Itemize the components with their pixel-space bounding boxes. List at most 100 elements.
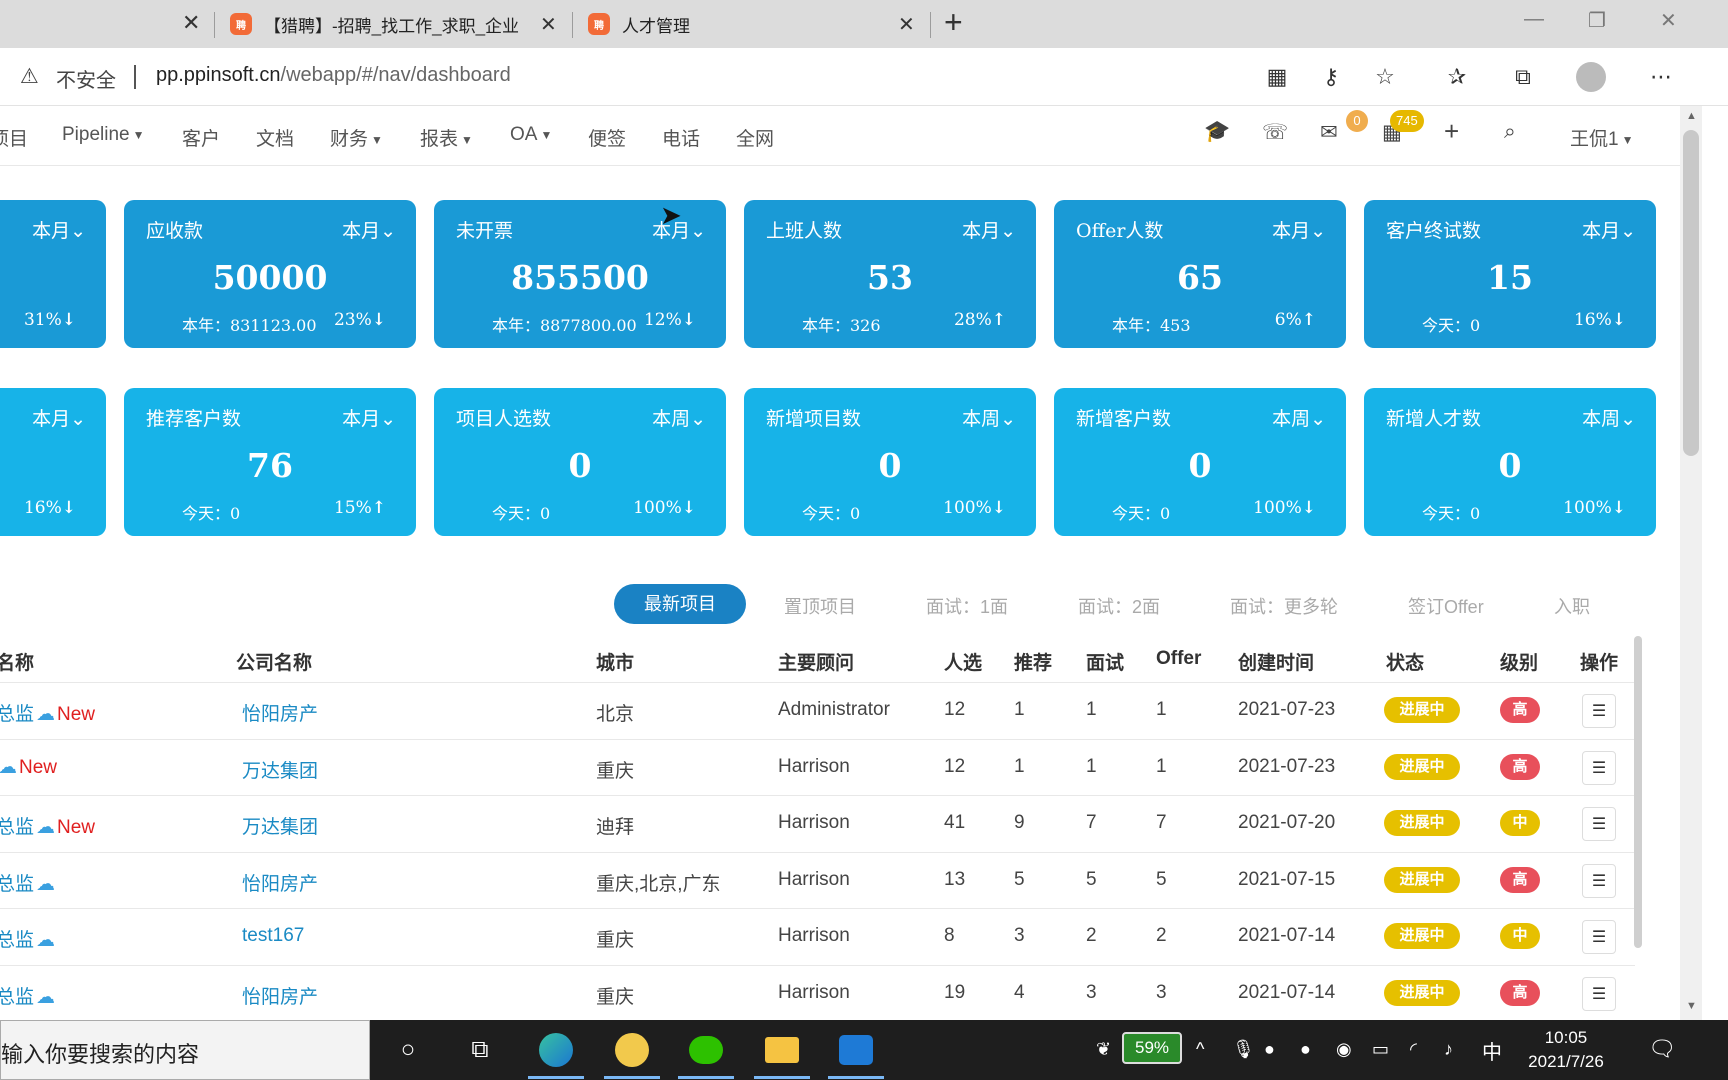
column-header-offer[interactable]: Offer	[1156, 648, 1201, 670]
tab-close-icon[interactable]: ✕	[182, 10, 200, 36]
column-header-interview[interactable]: 面试	[1086, 648, 1124, 675]
profile-avatar-icon[interactable]	[1574, 60, 1608, 94]
mail-icon[interactable]: ✉	[1320, 120, 1338, 145]
offer-count[interactable]: 1	[1156, 756, 1167, 778]
tab-close-icon[interactable]: ✕	[540, 12, 557, 37]
nav-item-phone[interactable]: 电话	[662, 124, 700, 151]
project-name-link[interactable]: 总监 ☁	[0, 982, 57, 1009]
tab-latest[interactable]: 最新项目	[614, 584, 746, 624]
interview-count[interactable]: 7	[1086, 812, 1097, 834]
stat-card[interactable]: 应收款 本月⌄ 50000 本年：831123.00 23%↓	[124, 200, 416, 348]
tab-interview-more[interactable]: 面试：更多轮	[1230, 593, 1338, 619]
notification-center-icon[interactable]: 🗨	[1648, 1036, 1676, 1062]
project-name-link[interactable]: 总监 ☁ New	[0, 812, 95, 839]
search-icon[interactable]: ⌕	[1504, 120, 1516, 144]
wechat-share-icon[interactable]: ☁	[36, 704, 55, 725]
taskbar-search[interactable]: 输入你要搜索的内容	[0, 1020, 370, 1080]
wechat-icon[interactable]	[678, 1030, 734, 1079]
browser-tray-icon[interactable]: ◉	[1336, 1039, 1352, 1060]
column-header-name[interactable]: 名称	[0, 648, 34, 675]
recommend-count[interactable]: 3	[1014, 925, 1025, 947]
interview-count[interactable]: 3	[1086, 982, 1097, 1004]
project-name-link[interactable]: 总监 ☁ New	[0, 699, 95, 726]
row-actions-button[interactable]: ☰	[1582, 807, 1616, 841]
photos-icon[interactable]	[828, 1030, 884, 1079]
card-period-dropdown[interactable]: 本周⌄	[652, 404, 706, 431]
add-favorite-icon[interactable]: ☆	[1368, 60, 1402, 94]
column-header-company[interactable]: 公司名称	[236, 648, 312, 675]
company-link[interactable]: 万达集团	[242, 756, 318, 783]
leaf-icon[interactable]: ❦	[1096, 1039, 1111, 1060]
recommend-count[interactable]: 9	[1014, 812, 1025, 834]
offer-count[interactable]: 1	[1156, 699, 1167, 721]
nav-item-reports[interactable]: 报表 ▼	[420, 124, 473, 151]
tab-close-icon[interactable]: ✕	[898, 12, 915, 37]
collections-icon[interactable]: ⧉	[1506, 60, 1540, 94]
card-period-dropdown[interactable]: 本月⌄	[32, 404, 86, 431]
battery-tray-icon[interactable]: ▭	[1372, 1039, 1389, 1060]
card-period-dropdown[interactable]: 本周⌄	[962, 404, 1016, 431]
nav-item-pipeline[interactable]: Pipeline ▼	[62, 124, 145, 146]
column-header-consultant[interactable]: 主要顾问	[778, 648, 854, 675]
card-period-dropdown[interactable]: 本月⌄	[1272, 216, 1326, 243]
card-period-dropdown[interactable]: 本月⌄	[1582, 216, 1636, 243]
tab-onboard[interactable]: 入职	[1554, 593, 1590, 619]
candidates-count[interactable]: 12	[944, 756, 965, 778]
nav-item-notes[interactable]: 便签	[588, 124, 626, 151]
wechat-tray-icon[interactable]: ●	[1264, 1039, 1275, 1060]
tab-liepin[interactable]: 聘 【猎聘】-招聘_找工作_求职_企业 ✕	[230, 6, 560, 42]
file-explorer-icon[interactable]	[754, 1030, 810, 1079]
edge-browser-icon[interactable]	[528, 1030, 584, 1079]
column-header-status[interactable]: 状态	[1386, 648, 1424, 675]
card-period-dropdown[interactable]: 本周⌄	[1582, 404, 1636, 431]
card-period-dropdown[interactable]: 本周⌄	[1272, 404, 1326, 431]
interview-count[interactable]: 1	[1086, 699, 1097, 721]
wechat-share-icon[interactable]: ☁	[36, 987, 55, 1008]
restore-icon[interactable]: ❐	[1588, 8, 1606, 33]
stat-card[interactable]: 新增客户数 本周⌄ 0 今天：0 100%↓	[1054, 388, 1346, 536]
project-name-link[interactable]: ☁ New	[0, 756, 57, 779]
warning-icon[interactable]: ⚠	[20, 64, 39, 89]
recommend-count[interactable]: 5	[1014, 869, 1025, 891]
column-header-city[interactable]: 城市	[596, 648, 634, 675]
cortana-icon[interactable]: ○	[388, 1030, 428, 1070]
stat-card[interactable]: 上班人数 本月⌄ 53 本年：326 28%↑	[744, 200, 1036, 348]
new-tab-button[interactable]: +	[944, 4, 963, 41]
card-period-dropdown[interactable]: 本月⌄	[342, 216, 396, 243]
recommend-count[interactable]: 1	[1014, 756, 1025, 778]
tab-pinned[interactable]: 置顶项目	[784, 593, 856, 619]
offer-count[interactable]: 5	[1156, 869, 1167, 891]
candidates-count[interactable]: 12	[944, 699, 965, 721]
page-scrollbar[interactable]: ▲ ▼	[1680, 106, 1702, 1020]
url-field[interactable]: pp.ppinsoft.cn/webapp/#/nav/dashboard	[156, 64, 511, 87]
table-scrollbar[interactable]	[1634, 636, 1642, 948]
row-actions-button[interactable]: ☰	[1582, 920, 1616, 954]
ime-indicator[interactable]: 中	[1482, 1036, 1502, 1065]
card-period-dropdown[interactable]: 本月⌄	[32, 216, 86, 243]
microphone-icon[interactable]: 🎙	[1232, 1039, 1255, 1060]
scroll-down-arrow-icon[interactable]: ▼	[1686, 1000, 1697, 1012]
column-header-created[interactable]: 创建时间	[1238, 648, 1314, 675]
volume-icon[interactable]: ♪	[1444, 1039, 1453, 1060]
scroll-up-arrow-icon[interactable]: ▲	[1686, 110, 1697, 122]
row-actions-button[interactable]: ☰	[1582, 694, 1616, 728]
stat-card[interactable]: 推荐客户数 本月⌄ 76 今天：0 15%↑	[124, 388, 416, 536]
recommend-count[interactable]: 1	[1014, 699, 1025, 721]
column-header-level[interactable]: 级别	[1500, 648, 1538, 675]
recommend-count[interactable]: 4	[1014, 982, 1025, 1004]
offer-count[interactable]: 3	[1156, 982, 1167, 1004]
app-yellow-icon[interactable]	[604, 1030, 660, 1079]
offer-count[interactable]: 7	[1156, 812, 1167, 834]
candidates-count[interactable]: 41	[944, 812, 965, 834]
nav-item-finance[interactable]: 财务 ▼	[330, 124, 383, 151]
qq-tray-icon[interactable]: ●	[1300, 1039, 1311, 1060]
stat-card[interactable]: 未开票 本月⌄ 855500 本年：8877800.00 12%↓	[434, 200, 726, 348]
company-link[interactable]: 怡阳房产	[242, 869, 318, 896]
nav-item-clients[interactable]: 客户	[182, 124, 220, 151]
key-icon[interactable]: ⚷	[1314, 60, 1348, 94]
phone-icon[interactable]: ☏	[1262, 120, 1288, 145]
row-actions-button[interactable]: ☰	[1582, 863, 1616, 898]
gift-icon[interactable]: 🎓	[1204, 120, 1230, 144]
tab-offer[interactable]: 签订Offer	[1408, 593, 1484, 619]
stat-card[interactable]: 本月⌄ 16%↓	[0, 388, 106, 536]
